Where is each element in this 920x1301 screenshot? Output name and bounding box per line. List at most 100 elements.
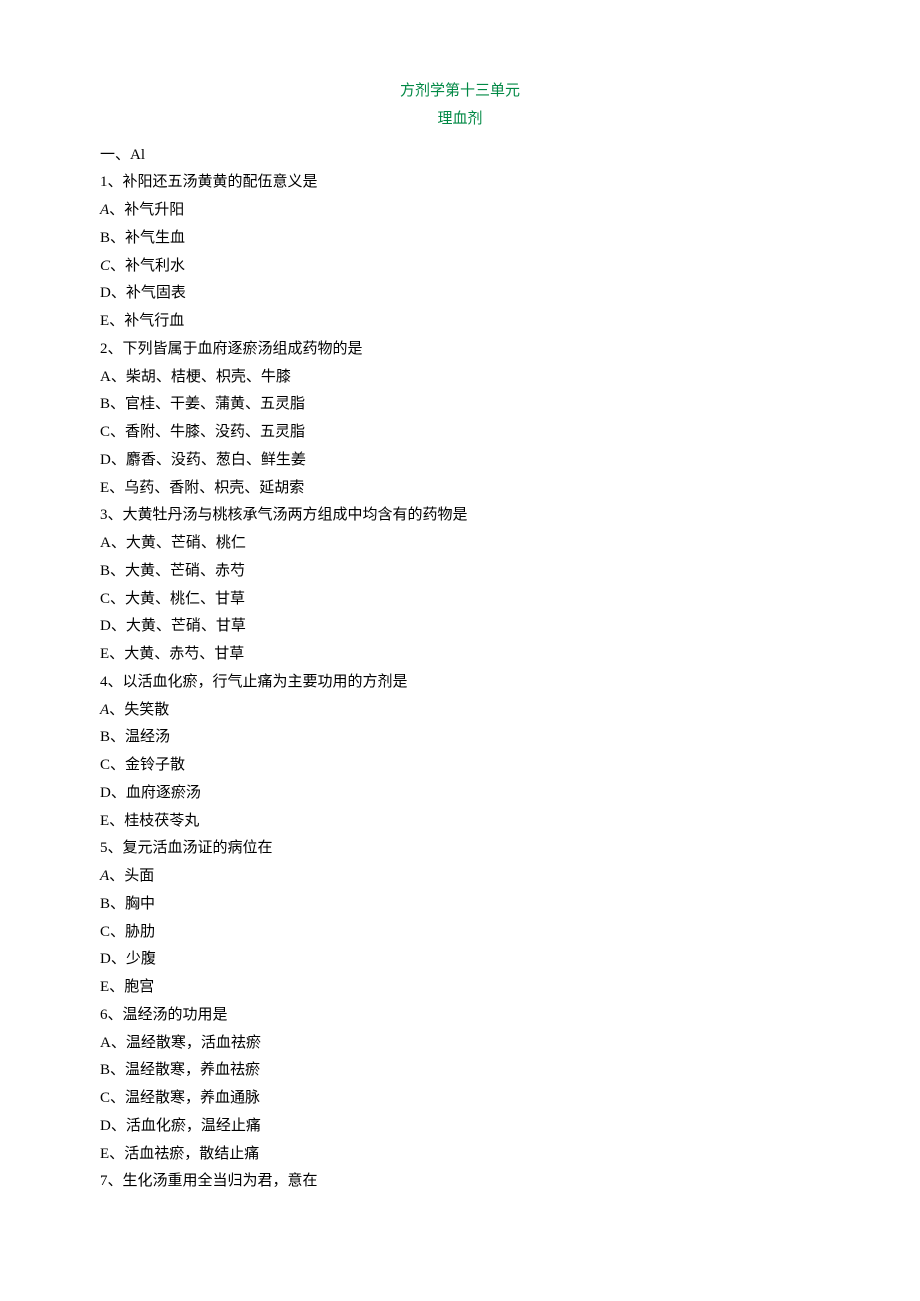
question-choice: E、活血祛瘀，散结止痛	[100, 1141, 820, 1169]
choice-text: 香附、牛膝、没药、五灵脂	[125, 424, 305, 440]
choice-letter: A	[100, 1035, 111, 1051]
choice-text: 少腹	[126, 951, 156, 967]
choice-text: 大黄、桃仁、甘草	[125, 591, 245, 607]
choice-text: 温经散寒，活血祛瘀	[126, 1035, 261, 1051]
questions-container: 1、补阳还五汤黄黄的配伍意义是A、补气升阳B、补气生血C、补气利水D、补气固表E…	[100, 169, 820, 1196]
question-choice: B、温经散寒，养血祛瘀	[100, 1057, 820, 1085]
choice-letter: E	[100, 813, 109, 829]
question-choice: E、补气行血	[100, 308, 820, 336]
choice-letter: A	[100, 369, 111, 385]
choice-text: 补气行血	[124, 313, 184, 329]
title-line-2: 理血剂	[100, 106, 820, 134]
question-choice: D、血府逐瘀汤	[100, 780, 820, 808]
choice-letter: B	[100, 1062, 110, 1078]
question-choice: C、金铃子散	[100, 752, 820, 780]
question-choice: A、补气升阳	[100, 197, 820, 225]
question-choice: C、大黄、桃仁、甘草	[100, 586, 820, 614]
choice-text: 温经汤	[125, 729, 170, 745]
choice-letter: A	[100, 868, 109, 884]
title-line-1: 方剂学第十三单元	[100, 78, 820, 106]
choice-letter: A	[100, 702, 109, 718]
choice-letter: A	[100, 202, 109, 218]
question-choice: A、柴胡、桔梗、枳壳、牛膝	[100, 364, 820, 392]
question-stem: 3、大黄牡丹汤与桃核承气汤两方组成中均含有的药物是	[100, 502, 820, 530]
choice-text: 胁肋	[125, 924, 155, 940]
choice-text: 胞宫	[124, 979, 154, 995]
question-choice: A、失笑散	[100, 697, 820, 725]
question-stem: 2、下列皆属于血府逐瘀汤组成药物的是	[100, 336, 820, 364]
question-choice: B、官桂、干姜、蒲黄、五灵脂	[100, 391, 820, 419]
question-choice: B、温经汤	[100, 724, 820, 752]
choice-text: 柴胡、桔梗、枳壳、牛膝	[126, 369, 291, 385]
question-choice: D、补气固表	[100, 280, 820, 308]
choice-text: 补气升阳	[124, 202, 184, 218]
choice-letter: B	[100, 563, 110, 579]
question-choice: E、大黄、赤芍、甘草	[100, 641, 820, 669]
choice-text: 大黄、芒硝、赤芍	[125, 563, 245, 579]
choice-letter: D	[100, 785, 111, 801]
choice-letter: E	[100, 646, 109, 662]
choice-letter: A	[100, 535, 111, 551]
question-stem: 6、温经汤的功用是	[100, 1002, 820, 1030]
choice-text: 温经散寒，养血通脉	[125, 1090, 260, 1106]
choice-letter: D	[100, 285, 111, 301]
question-stem: 7、生化汤重用全当归为君，意在	[100, 1168, 820, 1196]
choice-text: 麝香、没药、葱白、鲜生姜	[126, 452, 306, 468]
choice-letter: D	[100, 951, 111, 967]
choice-text: 温经散寒，养血祛瘀	[125, 1062, 260, 1078]
choice-letter: B	[100, 729, 110, 745]
choice-text: 补气固表	[126, 285, 186, 301]
question-choice: A、头面	[100, 863, 820, 891]
question-choice: C、香附、牛膝、没药、五灵脂	[100, 419, 820, 447]
choice-letter: E	[100, 1146, 109, 1162]
choice-text: 大黄、芒硝、甘草	[126, 618, 246, 634]
choice-text: 胸中	[125, 896, 155, 912]
question-stem: 5、复元活血汤证的病位在	[100, 835, 820, 863]
choice-text: 大黄、赤芍、甘草	[124, 646, 244, 662]
choice-text: 活血祛瘀，散结止痛	[124, 1146, 259, 1162]
choice-text: 大黄、芒硝、桃仁	[126, 535, 246, 551]
choice-letter: C	[100, 258, 110, 274]
document-title: 方剂学第十三单元 理血剂	[100, 78, 820, 134]
question-choice: D、麝香、没药、葱白、鲜生姜	[100, 447, 820, 475]
choice-letter: C	[100, 591, 110, 607]
choice-letter: D	[100, 452, 111, 468]
question-choice: C、胁肋	[100, 919, 820, 947]
choice-text: 桂枝茯苓丸	[124, 813, 199, 829]
choice-letter: C	[100, 757, 110, 773]
question-choice: D、大黄、芒硝、甘草	[100, 613, 820, 641]
choice-text: 乌药、香附、枳壳、延胡索	[124, 480, 304, 496]
choice-text: 活血化瘀，温经止痛	[126, 1118, 261, 1134]
question-choice: B、大黄、芒硝、赤芍	[100, 558, 820, 586]
question-choice: A、大黄、芒硝、桃仁	[100, 530, 820, 558]
choice-text: 头面	[124, 868, 154, 884]
question-choice: E、桂枝茯苓丸	[100, 808, 820, 836]
question-stem: 4、以活血化瘀，行气止痛为主要功用的方剂是	[100, 669, 820, 697]
question-choice: B、胸中	[100, 891, 820, 919]
choice-text: 补气生血	[125, 230, 185, 246]
question-choice: E、乌药、香附、枳壳、延胡索	[100, 475, 820, 503]
choice-letter: E	[100, 979, 109, 995]
choice-letter: D	[100, 1118, 111, 1134]
choice-text: 补气利水	[125, 258, 185, 274]
choice-text: 失笑散	[124, 702, 169, 718]
question-choice: E、胞宫	[100, 974, 820, 1002]
choice-letter: C	[100, 1090, 110, 1106]
choice-letter: D	[100, 618, 111, 634]
choice-text: 血府逐瘀汤	[126, 785, 201, 801]
choice-text: 官桂、干姜、蒲黄、五灵脂	[125, 396, 305, 412]
choice-letter: B	[100, 396, 110, 412]
question-choice: A、温经散寒，活血祛瘀	[100, 1030, 820, 1058]
question-stem: 1、补阳还五汤黄黄的配伍意义是	[100, 169, 820, 197]
question-choice: C、温经散寒，养血通脉	[100, 1085, 820, 1113]
choice-letter: E	[100, 480, 109, 496]
choice-letter: E	[100, 313, 109, 329]
question-choice: D、活血化瘀，温经止痛	[100, 1113, 820, 1141]
question-choice: B、补气生血	[100, 225, 820, 253]
choice-text: 金铃子散	[125, 757, 185, 773]
choice-letter: B	[100, 896, 110, 912]
question-choice: D、少腹	[100, 946, 820, 974]
choice-letter: C	[100, 924, 110, 940]
choice-letter: C	[100, 424, 110, 440]
section-heading: 一、Al	[100, 142, 820, 170]
